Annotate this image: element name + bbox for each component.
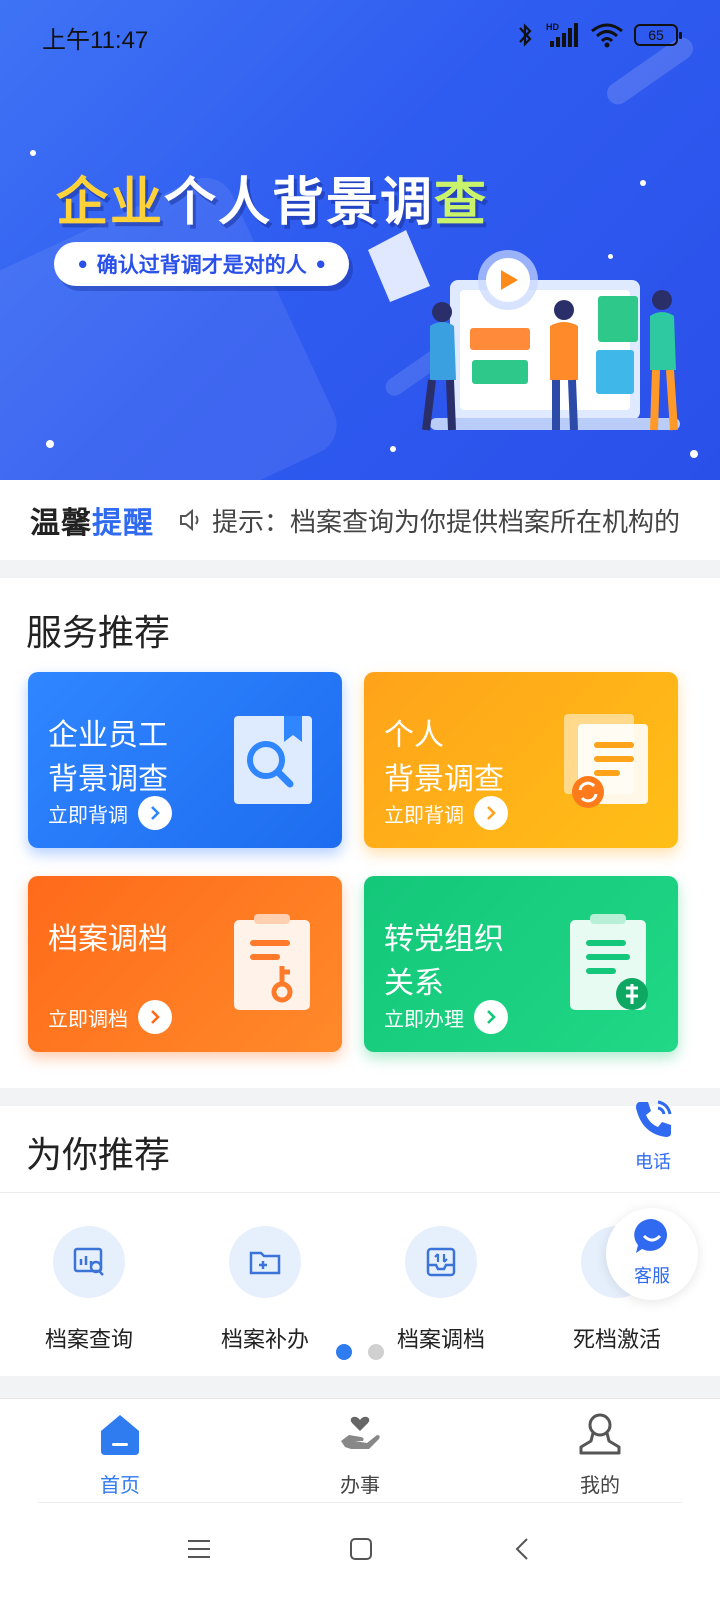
back-icon[interactable] [510, 1536, 536, 1562]
chevron-right-icon [138, 796, 172, 830]
clipboard-key-icon [234, 914, 310, 1010]
card-cta-label: 立即调档 [48, 1006, 128, 1031]
banner-illustration [368, 230, 680, 431]
status-bar: 上午11:47 HD 65 [0, 0, 720, 70]
card-cta[interactable]: 立即背调 [384, 796, 508, 830]
service-recommend-section: 服务推荐 企业员工 背景调查 立即背调 个人 背景调查 立即背调 档案调档 立即… [0, 578, 720, 1088]
document-refresh-icon [564, 714, 648, 808]
system-navigation-bar [0, 1502, 720, 1600]
card-cta-label: 立即背调 [48, 802, 128, 827]
folder-add-icon [229, 1226, 301, 1298]
battery-icon: 65 [634, 24, 682, 46]
card-title-line2: 背景调查 [384, 762, 504, 797]
phone-label: 电话 [635, 1152, 671, 1173]
card-cta-label: 立即办理 [384, 1006, 464, 1031]
menu-icon[interactable] [186, 1536, 212, 1562]
pager-dot[interactable] [368, 1344, 384, 1360]
chevron-right-icon [474, 796, 508, 830]
banner-star [640, 180, 646, 186]
tab-profile[interactable]: 我的 [540, 1411, 660, 1498]
divider [0, 1192, 720, 1193]
wifi-icon [591, 23, 623, 48]
cellular-signal-icon: HD [546, 22, 578, 47]
tab-label: 首页 [100, 1473, 140, 1497]
banner-subtitle: • 确认过背调才是对的人 • [54, 242, 350, 286]
chevron-right-icon [474, 1000, 508, 1034]
home-icon [101, 1415, 139, 1455]
card-title-line1: 转党组织 [384, 922, 504, 957]
bottom-tab-bar: 首页 办事 我的 [0, 1398, 720, 1502]
card-enterprise-background-check[interactable]: 企业员工 背景调查 立即背调 [28, 672, 342, 848]
recommend-item-label: 档案查询 [44, 1328, 133, 1353]
card-cta-label: 立即背调 [384, 802, 464, 827]
speaker-icon [180, 508, 199, 532]
status-time: 上午11:47 [42, 27, 149, 54]
recommend-item-archive-query[interactable]: 档案查询 [4, 1226, 174, 1354]
card-title-line1: 企业员工 [48, 718, 168, 753]
recommend-item-archive-transfer[interactable]: 档案调档 [356, 1226, 526, 1354]
notice-bar[interactable]: 温馨提醒 提示：档案查询为你提供档案所在机构的 [0, 480, 720, 560]
phone-float-button[interactable]: 电话 [610, 1096, 696, 1182]
tab-label: 我的 [580, 1473, 620, 1497]
notice-marquee-text: 提示：档案查询为你提供档案所在机构的 [212, 507, 681, 538]
status-icons: HD 65 [516, 20, 682, 50]
card-title-line2: 背景调查 [48, 762, 168, 797]
home-square-icon[interactable] [348, 1536, 374, 1562]
phone-icon [636, 1100, 672, 1137]
clipboard-supplement-icon [570, 914, 648, 1010]
tab-services[interactable]: 办事 [300, 1411, 420, 1498]
banner-title-main: 个人背景调 [164, 173, 435, 233]
card-cta[interactable]: 立即办理 [384, 1000, 508, 1034]
notice-brand-highlight: 提醒 [92, 506, 154, 541]
banner-title-accent: 查 [434, 173, 489, 233]
tab-label: 办事 [340, 1473, 380, 1497]
carousel-pager [336, 1344, 384, 1360]
card-title-line1: 个人 [384, 718, 444, 753]
notice-brand-text: 温馨 [30, 506, 92, 541]
card-personal-background-check[interactable]: 个人 背景调查 立即背调 [364, 672, 678, 848]
battery-level: 65 [648, 27, 664, 43]
banner-star [30, 150, 36, 156]
banner-title-highlight: 企业 [56, 173, 165, 233]
section-title: 服务推荐 [26, 613, 171, 654]
recommend-item-label: 死档激活 [572, 1328, 661, 1353]
chevron-right-icon [138, 1000, 172, 1034]
card-archive-transfer[interactable]: 档案调档 立即调档 [28, 876, 342, 1052]
customer-service-label: 客服 [634, 1266, 670, 1287]
customer-service-button[interactable]: 客服 [606, 1208, 698, 1300]
svg-text:HD: HD [546, 22, 559, 32]
notice-brand: 温馨提醒 [30, 498, 154, 542]
section-title: 为你推荐 [26, 1135, 171, 1176]
banner-title: 企业个人背景调查 [56, 160, 488, 235]
user-icon [579, 1413, 621, 1455]
card-cta[interactable]: 立即调档 [48, 1000, 172, 1034]
banner-star [46, 440, 54, 448]
card-title-line2: 关系 [384, 966, 444, 1001]
pager-dot-active[interactable] [336, 1344, 352, 1360]
card-title-line1: 档案调档 [48, 922, 168, 957]
divider [38, 1502, 682, 1503]
chat-bubble-icon [634, 1218, 668, 1253]
hand-heart-icon [341, 1416, 380, 1449]
card-cta[interactable]: 立即背调 [48, 796, 172, 830]
recommend-item-archive-reissue[interactable]: 档案补办 [180, 1226, 350, 1354]
document-search-icon [234, 716, 312, 804]
bluetooth-icon [519, 23, 532, 47]
recommend-item-label: 档案补办 [220, 1328, 309, 1353]
tab-home[interactable]: 首页 [60, 1411, 180, 1498]
archive-transfer-icon [405, 1226, 477, 1298]
card-party-relation-transfer[interactable]: 转党组织 关系 立即办理 [364, 876, 678, 1052]
hero-banner[interactable]: 上午11:47 HD 65 企业个人背景调查 • 确认过背调才是对的人 • [0, 0, 720, 480]
chart-search-icon [53, 1226, 125, 1298]
